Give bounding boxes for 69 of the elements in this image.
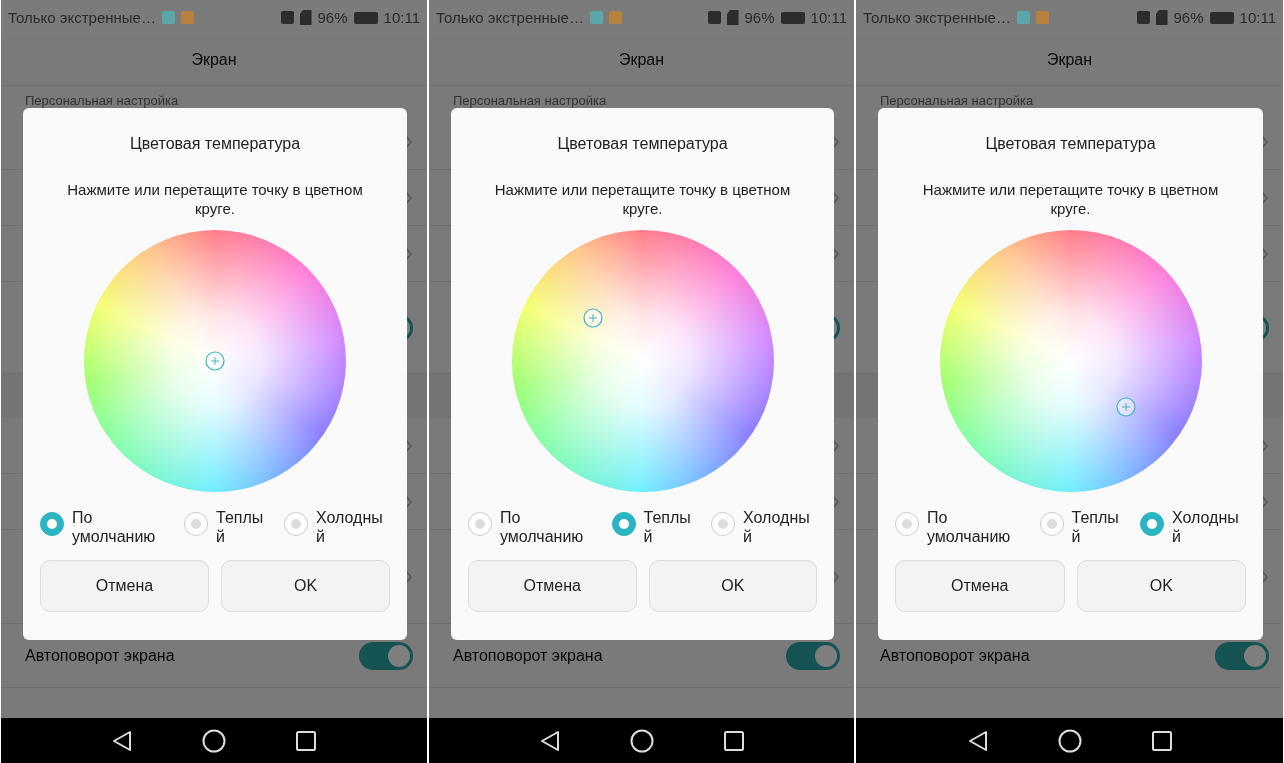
clock-time: 10:11	[383, 9, 420, 26]
battery-percent: 96%	[744, 9, 775, 26]
clock-time: 10:11	[1239, 9, 1276, 26]
radio-button[interactable]	[284, 512, 308, 536]
option-label: Теплый	[1071, 508, 1120, 546]
battery-percent: 96%	[1173, 9, 1204, 26]
dialog-message: Нажмите или перетащите точку в цветном круге.	[921, 180, 1220, 218]
toggle-switch[interactable]	[359, 641, 413, 670]
dialog-message: Нажмите или перетащите точку в цветном круге.	[66, 180, 364, 218]
dialog-message: Нажмите или перетащите точку в цветном круге.	[493, 180, 792, 218]
setting-label: Автоповорот экрана	[453, 646, 603, 665]
dialog-button[interactable]: OK	[221, 560, 390, 612]
radio-button[interactable]	[1039, 512, 1064, 536]
option-label: Холодный	[1172, 508, 1240, 546]
section-label: Персональная настройка	[453, 92, 607, 108]
dialog-button[interactable]: OK	[648, 560, 817, 612]
battery-icon	[780, 11, 805, 24]
wheel-marker-icon[interactable]	[582, 307, 603, 328]
dialog-button[interactable]: Отмена	[40, 560, 209, 612]
option-label: Теплый	[216, 508, 264, 546]
clock-time: 10:11	[810, 9, 847, 26]
radio-button[interactable]	[1140, 512, 1164, 536]
section-label: Персональная настройка	[25, 92, 179, 108]
dialog-title: Цветовая температура	[557, 135, 728, 153]
notification-text: Только экстренные…	[436, 9, 584, 26]
dialog-title: Цветовая температура	[129, 135, 301, 153]
toggle-switch[interactable]	[786, 641, 840, 670]
back-icon[interactable]	[112, 729, 132, 752]
recents-icon[interactable]	[296, 730, 316, 751]
radio-button[interactable]	[468, 512, 492, 536]
wheel-marker-icon[interactable]	[1115, 396, 1136, 417]
option-label: По умолчанию	[927, 508, 1012, 546]
setting-label: Автоповорот экрана	[880, 646, 1030, 665]
recents-icon[interactable]	[1151, 730, 1172, 751]
sim-icon	[299, 10, 312, 25]
sim-icon	[726, 10, 739, 25]
wheel-marker-icon[interactable]	[205, 351, 225, 371]
recents-icon[interactable]	[723, 730, 744, 751]
radio-button[interactable]	[40, 512, 64, 536]
dialog-button[interactable]: OK	[1076, 560, 1246, 612]
notification-text: Только экстренные…	[863, 9, 1011, 26]
setting-label: Автоповорот экрана	[25, 646, 175, 665]
radio-button[interactable]	[611, 512, 636, 536]
option-label: Холодный	[743, 508, 811, 546]
option-label: По умолчанию	[72, 508, 157, 546]
back-icon[interactable]	[967, 729, 988, 752]
screen-title: Экран	[618, 51, 665, 69]
option-label: Холодный	[316, 508, 384, 546]
dialog-title: Цветовая температура	[985, 135, 1156, 153]
radio-button[interactable]	[184, 512, 208, 536]
option-label: По умолчанию	[500, 508, 585, 546]
screen-title: Экран	[191, 51, 237, 69]
home-icon[interactable]	[202, 728, 226, 753]
notification-text: Только экстренные…	[8, 9, 156, 26]
dialog-button[interactable]: Отмена	[895, 560, 1065, 612]
home-icon[interactable]	[1057, 728, 1082, 753]
toggle-switch[interactable]	[1215, 641, 1269, 670]
battery-percent: 96%	[317, 9, 348, 26]
screen-title: Экран	[1046, 51, 1093, 69]
radio-button[interactable]	[895, 512, 919, 536]
radio-button[interactable]	[711, 512, 735, 536]
section-label: Персональная настройка	[880, 92, 1034, 108]
home-icon[interactable]	[629, 728, 654, 753]
battery-icon	[353, 11, 378, 24]
sim-icon	[1155, 10, 1168, 25]
dialog-button[interactable]: Отмена	[468, 560, 637, 612]
battery-icon	[1209, 11, 1234, 24]
back-icon[interactable]	[539, 729, 560, 752]
option-label: Теплый	[643, 508, 692, 546]
